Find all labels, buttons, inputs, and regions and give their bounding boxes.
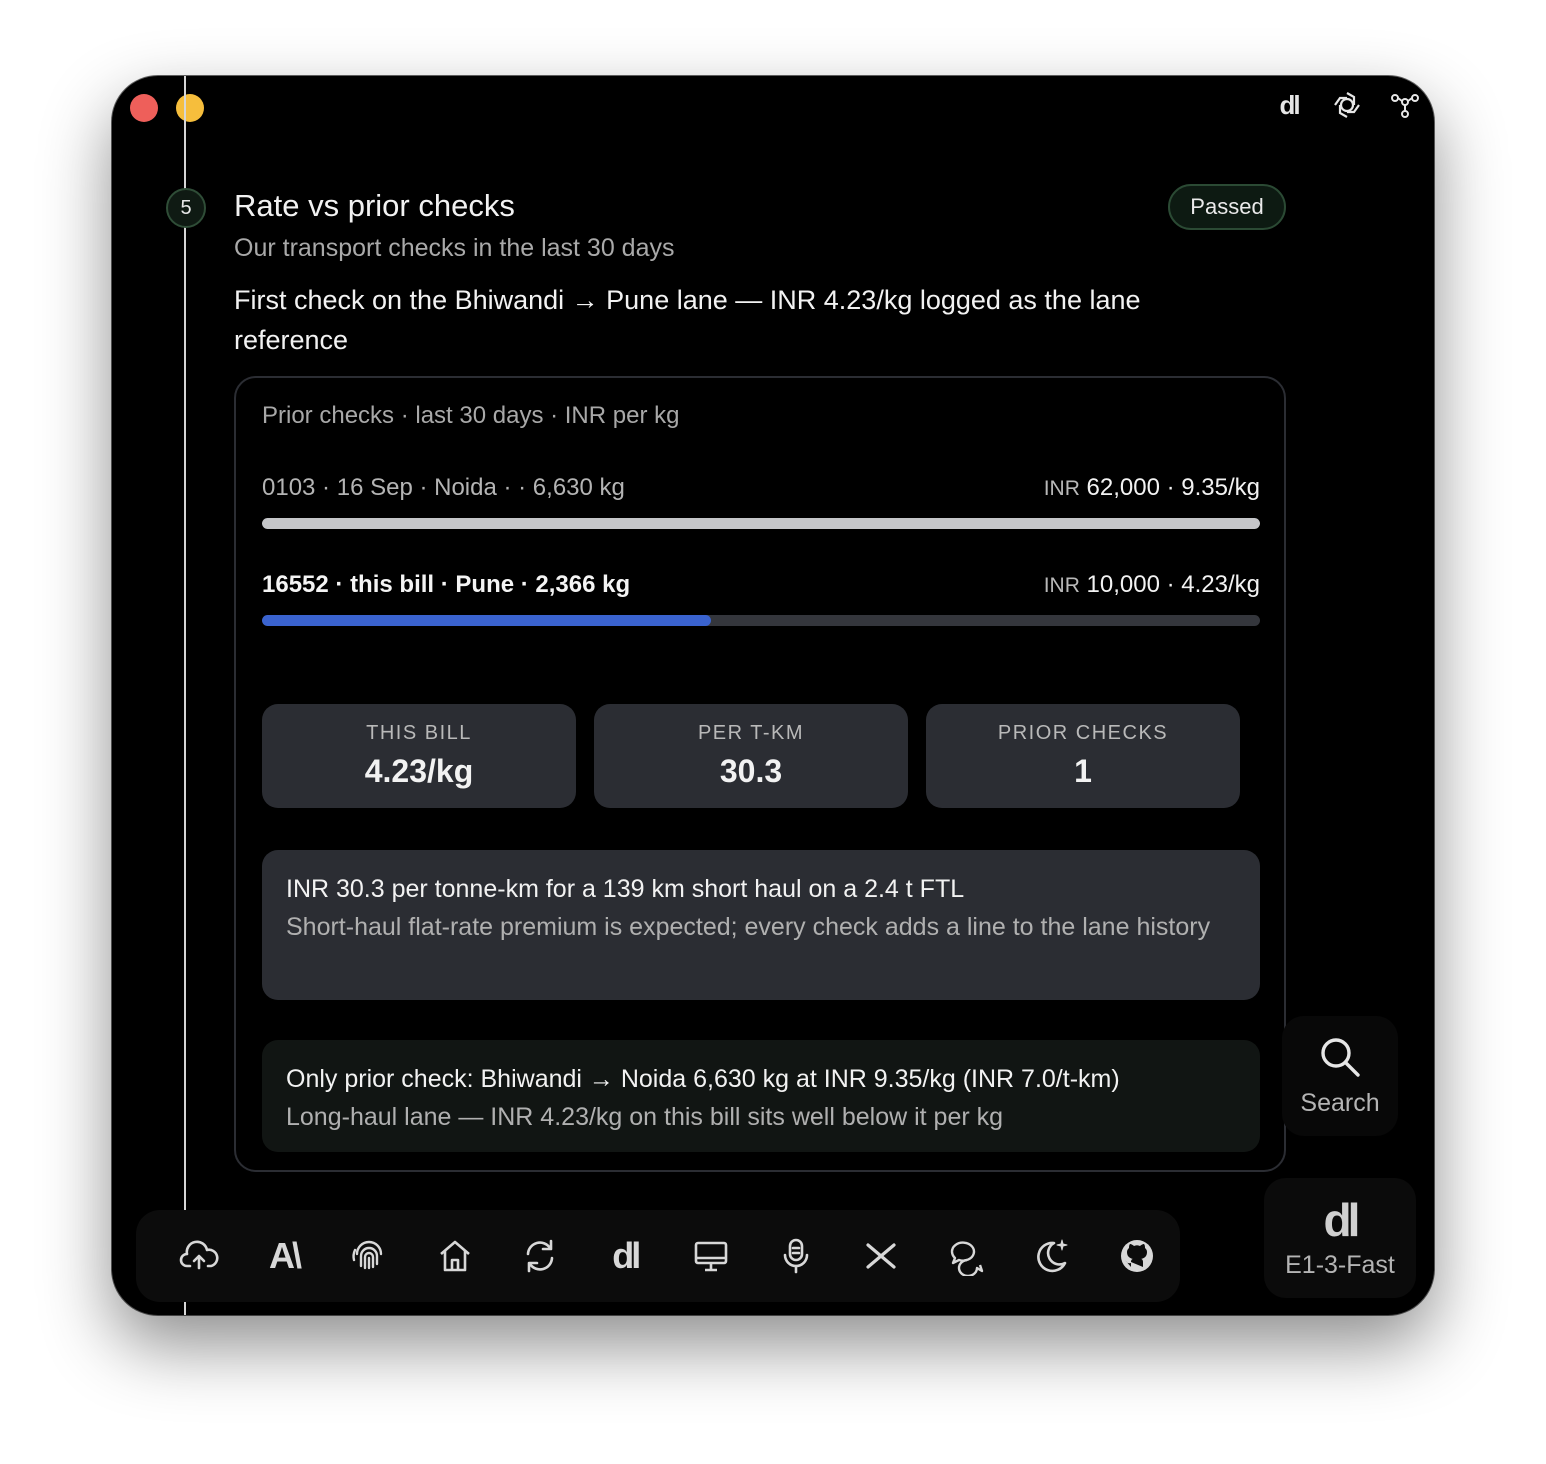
model-selector-button[interactable]: dl E1-3-Fast (1264, 1178, 1416, 1298)
github-icon[interactable] (1095, 1226, 1180, 1286)
stat-label: PER T-KM (697, 722, 805, 744)
app-window: dl 5 Rate vs prior checks Our transport … (112, 76, 1434, 1315)
model-label: E1-3-Fast (1285, 1250, 1395, 1279)
dl-logo-icon[interactable]: dl (583, 1226, 668, 1286)
graph-nodes-icon[interactable] (1390, 90, 1420, 120)
search-icon (1321, 1037, 1360, 1077)
bottom-dock: A\ dl (136, 1210, 1180, 1302)
step-title: Rate vs prior checks (234, 188, 515, 223)
x-icon[interactable] (839, 1226, 924, 1286)
home-icon[interactable] (412, 1226, 497, 1286)
rate-bar-fill (262, 518, 1260, 529)
search-label: Search (1300, 1088, 1380, 1117)
dl-logo-text: dl (1279, 89, 1300, 120)
dl-logo-icon[interactable]: dl (1274, 90, 1304, 120)
timeline-line (184, 76, 186, 1315)
font-ai-icon[interactable]: A\ (241, 1226, 326, 1286)
this-bill-row: 16552 · this bill · Pune · 2,366 kg INR … (262, 571, 1260, 626)
stat-value: 30.3 (719, 753, 783, 789)
cloud-upload-icon[interactable] (156, 1226, 241, 1286)
rate-bar (262, 518, 1260, 529)
prior-check-row: 0103 · 16 Sep · Noida · · 6,630 kg INR 6… (262, 474, 1260, 529)
note-title: INR 30.3 per tonne-km for a 139 km short… (286, 875, 965, 903)
model-logo: dl (1323, 1193, 1361, 1246)
openai-icon[interactable] (1332, 90, 1362, 120)
moon-sparkle-icon[interactable] (1009, 1226, 1094, 1286)
refresh-icon[interactable] (497, 1226, 582, 1286)
font-ai-text: A\ (268, 1235, 302, 1276)
stat-per-tkm: PER T-KM 30.3 (594, 704, 908, 808)
step-subtitle: Our transport checks in the last 30 days (234, 234, 675, 262)
chat-bubbles-icon[interactable] (924, 1226, 1009, 1286)
stat-label: PRIOR CHECKS (997, 722, 1169, 744)
prior-checks-card: Prior checks · last 30 days · INR per kg… (234, 376, 1286, 1172)
top-toolbar: dl (1274, 90, 1420, 120)
row-right-text: INR 10,000 · 4.23/kg (1043, 571, 1260, 598)
dl-logo-text: dl (612, 1235, 641, 1276)
card-label: Prior checks · last 30 days · INR per kg (262, 402, 680, 429)
row-right-text: INR 62,000 · 9.35/kg (1043, 474, 1260, 501)
note-title: Only prior check: Bhiwandi → Noida 6,630… (286, 1065, 1120, 1093)
comparison-note: Only prior check: Bhiwandi → Noida 6,630… (262, 1040, 1260, 1152)
microphone-icon[interactable] (753, 1226, 838, 1286)
row-left-text: 16552 · this bill · Pune · 2,366 kg (262, 571, 631, 598)
rate-bar-fill (262, 615, 712, 626)
step-headline: First check on the Bhiwandi → Pune lane … (234, 285, 1141, 355)
stat-this-bill: THIS BILL 4.23/kg (262, 704, 576, 808)
note-text: Short-haul flat-rate premium is expected… (286, 913, 1211, 941)
stat-value: 1 (1074, 753, 1092, 789)
desktop-icon[interactable] (668, 1226, 753, 1286)
stat-label: THIS BILL (366, 722, 472, 744)
search-button[interactable]: Search (1282, 1016, 1398, 1136)
row-left-text: 0103 · 16 Sep · Noida · · 6,630 kg (262, 474, 625, 501)
status-badge: Passed (1168, 184, 1286, 230)
note-text: Long-haul lane — INR 4.23/kg on this bil… (286, 1103, 1004, 1131)
stat-prior-checks: PRIOR CHECKS 1 (926, 704, 1240, 808)
insight-note: INR 30.3 per tonne-km for a 139 km short… (262, 850, 1260, 1000)
stats-row: THIS BILL 4.23/kg PER T-KM 30.3 PRIOR CH… (262, 704, 1240, 808)
step-number-badge: 5 (166, 188, 206, 228)
fingerprint-icon[interactable] (327, 1226, 412, 1286)
close-window-button[interactable] (130, 94, 158, 122)
rate-bar (262, 615, 1260, 626)
stat-value: 4.23/kg (364, 753, 474, 789)
minimize-window-button[interactable] (176, 94, 204, 122)
